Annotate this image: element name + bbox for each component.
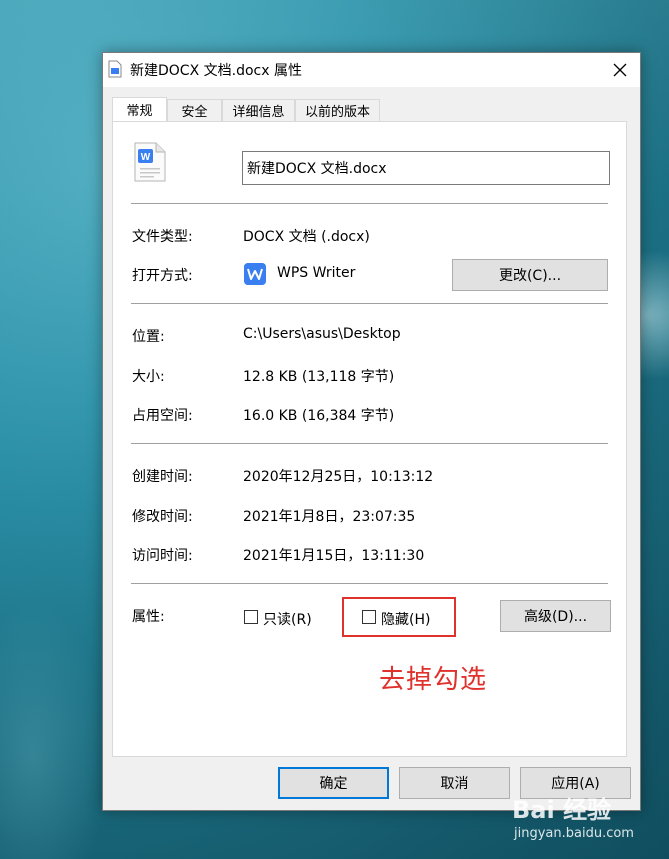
change-button[interactable]: 更改(C)... (452, 259, 608, 291)
cancel-button[interactable]: 取消 (399, 767, 510, 799)
svg-text:W: W (141, 152, 151, 163)
annotation-highlight-box (342, 597, 456, 637)
watermark-url: jingyan.baidu.com (514, 826, 634, 841)
tab-general[interactable]: 常规 (112, 97, 167, 121)
modified-label: 修改时间: (132, 509, 193, 525)
modified-value: 2021年1月8日，23:07:35 (243, 509, 416, 525)
file-type-value: DOCX 文档 (.docx) (243, 229, 370, 245)
file-type-label: 文件类型: (132, 229, 193, 245)
docx-file-icon (108, 60, 122, 78)
general-panel (112, 121, 627, 757)
opens-with-label: 打开方式: (132, 268, 193, 284)
separator (131, 443, 608, 444)
close-button[interactable] (600, 54, 640, 85)
size-value: 12.8 KB (13,118 字节) (243, 369, 395, 385)
accessed-value: 2021年1月15日，13:11:30 (243, 548, 425, 564)
disk-size-label: 占用空间: (132, 408, 193, 424)
disk-size-value: 16.0 KB (16,384 字节) (243, 408, 395, 424)
ok-button[interactable]: 确定 (278, 767, 389, 799)
window-title: 新建DOCX 文档.docx 属性 (130, 63, 302, 79)
size-label: 大小: (132, 369, 165, 385)
opens-with-value: WPS Writer (277, 265, 356, 281)
wps-writer-icon (244, 263, 266, 285)
separator (131, 583, 608, 584)
separator (131, 303, 608, 304)
baidu-watermark: Bai 经验 jingyan.baidu.com (512, 790, 662, 850)
watermark-logo: Bai 经验 (512, 796, 612, 824)
readonly-checkbox-label[interactable]: 只读(R) (263, 609, 312, 629)
readonly-checkbox[interactable] (244, 610, 258, 624)
location-label: 位置: (132, 329, 165, 345)
created-value: 2020年12月25日，10:13:12 (243, 469, 434, 485)
location-value: C:\Users\asus\Desktop (243, 326, 401, 342)
attributes-label: 属性: (132, 609, 165, 625)
tab-previous-versions[interactable]: 以前的版本 (295, 99, 380, 121)
tab-security[interactable]: 安全 (167, 99, 222, 121)
advanced-button[interactable]: 高级(D)... (500, 600, 611, 632)
wallpaper-shade (0, 600, 110, 859)
properties-dialog: 新建DOCX 文档.docx 属性 常规 安全 详细信息 以前的版本 W 文件类… (102, 52, 641, 811)
wps-document-icon: W (134, 142, 166, 182)
tab-details[interactable]: 详细信息 (222, 99, 295, 121)
accessed-label: 访问时间: (132, 548, 193, 564)
title-bar[interactable]: 新建DOCX 文档.docx 属性 (103, 53, 640, 87)
annotation-text: 去掉勾选 (379, 665, 488, 695)
separator (131, 203, 608, 204)
created-label: 创建时间: (132, 469, 193, 485)
close-icon (613, 63, 627, 76)
filename-input[interactable] (242, 151, 610, 185)
